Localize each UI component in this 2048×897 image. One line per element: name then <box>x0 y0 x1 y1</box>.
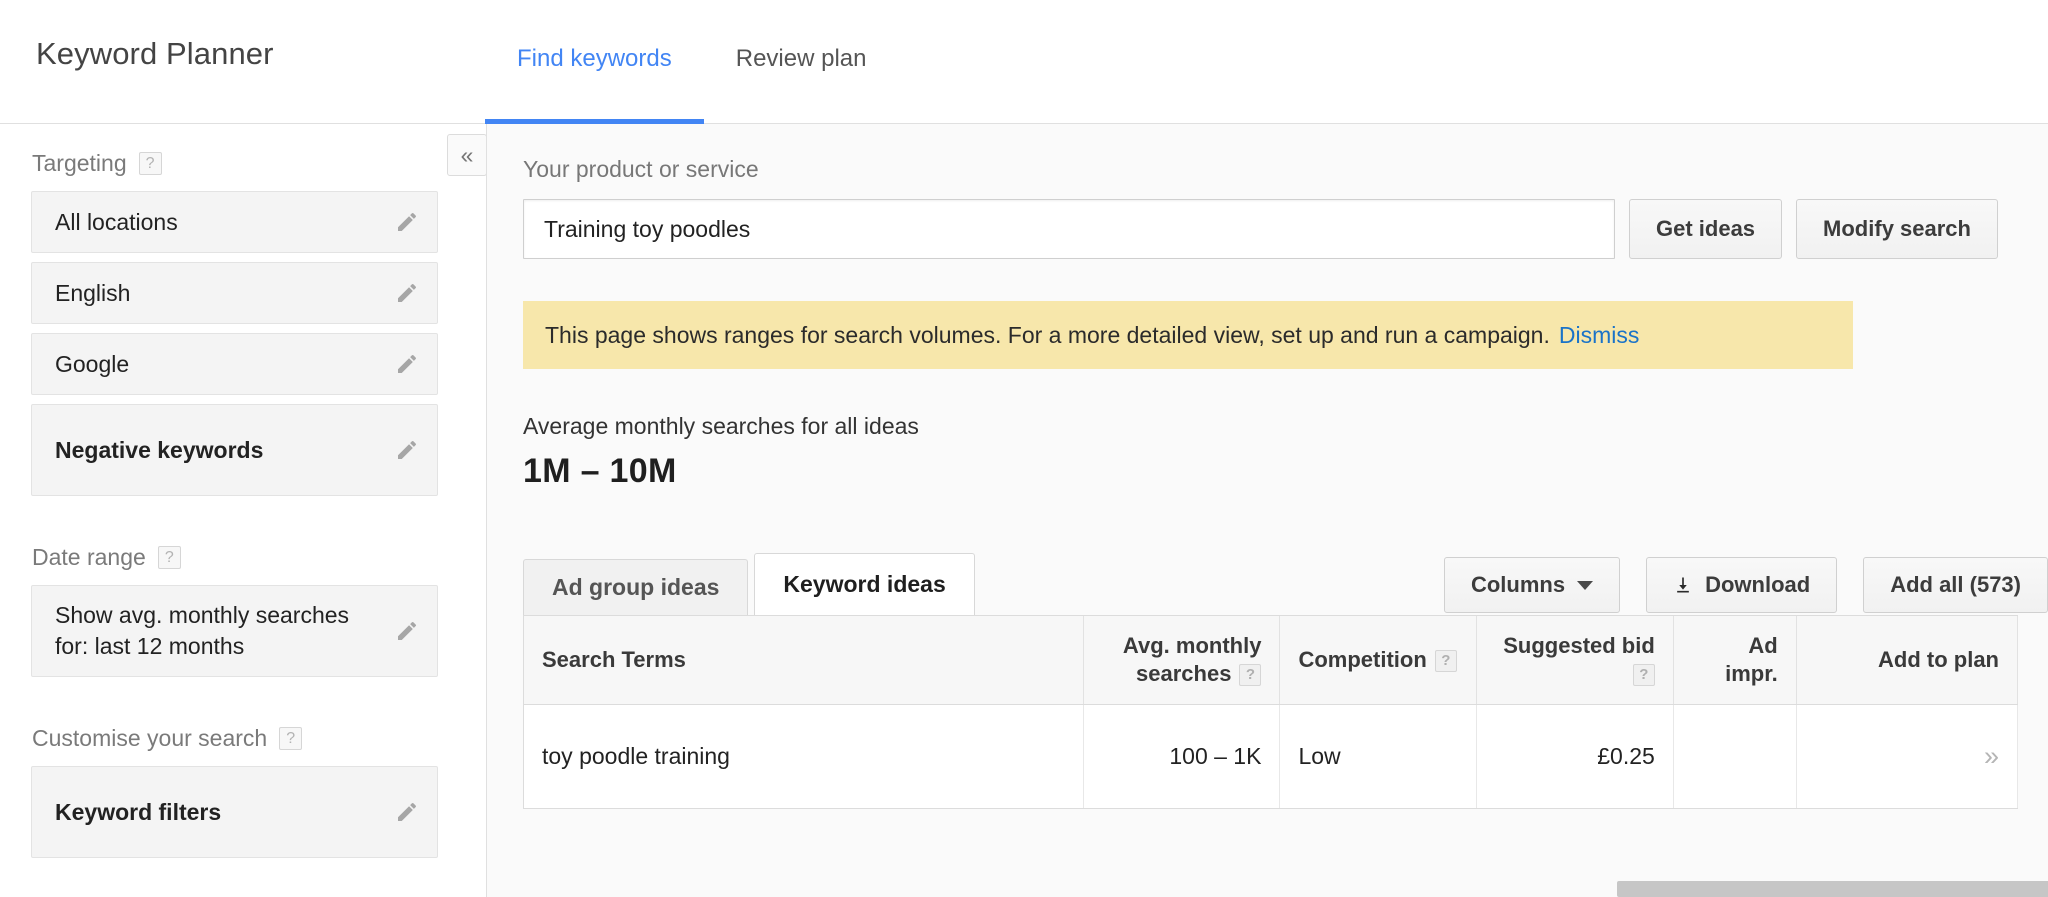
sidebar-group-date-range-header: Date range ? <box>0 544 486 585</box>
sidebar-item-keyword-filters[interactable]: Keyword filters <box>31 766 438 858</box>
sidebar-item-all-locations[interactable]: All locations <box>31 191 438 253</box>
sidebar-group-targeting: Targeting ? All locations English Google… <box>0 150 486 496</box>
download-label: Download <box>1705 572 1811 597</box>
primary-tabs: Find keywords Review plan <box>485 0 898 124</box>
product-or-service-input[interactable] <box>523 199 1615 259</box>
column-header-avg-monthly-searches[interactable]: Avg. monthly searches? <box>1083 616 1281 705</box>
tab-review-plan[interactable]: Review plan <box>704 0 899 124</box>
product-or-service-label: Your product or service <box>523 156 759 182</box>
cell-avg-monthly-searches: 100 – 1K <box>1083 704 1281 808</box>
column-header-competition[interactable]: Competition? <box>1279 616 1478 705</box>
sidebar-item-label: English <box>55 279 131 306</box>
tab-find-keywords[interactable]: Find keywords <box>485 0 704 124</box>
modify-search-button[interactable]: Modify search <box>1796 199 1998 259</box>
pencil-icon[interactable] <box>395 438 419 462</box>
help-icon[interactable]: ? <box>1632 663 1655 686</box>
body-container: « Targeting ? All locations English Goog… <box>0 124 2048 897</box>
sidebar-group-customise-search-header: Customise your search ? <box>0 725 486 766</box>
column-label: Ad impr. <box>1725 633 1778 686</box>
chevron-down-icon <box>1577 580 1594 590</box>
sidebar-item-date-range-value[interactable]: Show avg. monthly searches for: last 12 … <box>31 585 438 677</box>
sidebar-item-google[interactable]: Google <box>31 333 438 395</box>
download-button[interactable]: Download <box>1646 557 1838 613</box>
table-row[interactable]: toy poodle training 100 – 1K Low £0.25 » <box>524 704 2019 808</box>
sidebar-item-english[interactable]: English <box>31 262 438 324</box>
pencil-icon[interactable] <box>395 800 419 824</box>
sidebar-group-date-range-title: Date range <box>32 544 146 570</box>
chevron-double-left-icon: « <box>460 141 474 168</box>
chevron-double-right-icon[interactable]: » <box>1984 741 1999 771</box>
keyword-planner-page: Keyword Planner Find keywords Review pla… <box>0 0 2048 897</box>
sidebar-group-customise-search-title: Customise your search <box>32 725 268 751</box>
columns-label: Columns <box>1470 572 1566 597</box>
sidebar-item-negative-keywords[interactable]: Negative keywords <box>31 404 438 496</box>
sidebar-group-targeting-header: Targeting ? <box>0 150 486 191</box>
help-icon[interactable]: ? <box>157 546 181 569</box>
keyword-ideas-table-wrapper: Search Terms Avg. monthly searches? Comp… <box>523 615 2019 809</box>
keyword-ideas-table: Search Terms Avg. monthly searches? Comp… <box>524 616 2019 808</box>
help-icon[interactable]: ? <box>279 727 303 750</box>
sidebar-item-label: Google <box>55 350 130 377</box>
page-title: Keyword Planner <box>36 36 274 71</box>
column-label: Suggested bid <box>1503 633 1655 659</box>
ideas-tabs-bar: Ad group ideas Keyword ideas Columns Dow… <box>487 553 2048 615</box>
collapse-sidebar-button[interactable]: « <box>447 134 486 176</box>
sidebar: « Targeting ? All locations English Goog… <box>0 124 487 897</box>
pencil-icon[interactable] <box>395 619 419 643</box>
sidebar-group-targeting-title: Targeting <box>32 150 127 176</box>
help-icon[interactable]: ? <box>1239 663 1262 686</box>
table-toolbar: Columns Download Add all (573) <box>1443 557 2048 613</box>
cell-ad-impr <box>1673 704 1797 808</box>
sidebar-item-label: Show avg. monthly searches for: last 12 … <box>55 602 350 659</box>
pencil-icon[interactable] <box>395 210 419 234</box>
avg-monthly-searches-label: Average monthly searches for all ideas <box>523 413 919 439</box>
pencil-icon[interactable] <box>395 281 419 305</box>
cell-search-term: toy poodle training <box>524 704 1084 808</box>
main-content: Your product or service Get ideas Modify… <box>487 124 2048 897</box>
column-label: Competition <box>1298 647 1427 672</box>
sidebar-item-label: Keyword filters <box>55 798 222 825</box>
cell-competition: Low <box>1279 704 1478 808</box>
sidebar-item-label: All locations <box>55 208 178 235</box>
dismiss-link[interactable]: Dismiss <box>1559 322 1640 349</box>
help-icon[interactable]: ? <box>1434 650 1457 673</box>
column-header-suggested-bid[interactable]: Suggested bid? <box>1476 616 1674 705</box>
help-icon[interactable]: ? <box>138 152 162 175</box>
pencil-icon[interactable] <box>395 352 419 376</box>
cell-suggested-bid: £0.25 <box>1476 704 1674 808</box>
search-volume-notice-banner: This page shows ranges for search volume… <box>523 301 1853 369</box>
search-row: Get ideas Modify search <box>487 199 2048 259</box>
column-header-search-terms[interactable]: Search Terms <box>524 616 1084 705</box>
column-header-add-to-plan: Add to plan <box>1796 616 2019 705</box>
sidebar-group-date-range: Date range ? Show avg. monthly searches … <box>0 544 486 677</box>
columns-button[interactable]: Columns <box>1443 557 1621 613</box>
add-all-button[interactable]: Add all (573) <box>1863 557 2048 613</box>
get-ideas-button[interactable]: Get ideas <box>1629 199 1783 259</box>
column-label: Search Terms <box>542 647 686 672</box>
column-header-ad-impr[interactable]: Ad impr. <box>1673 616 1797 705</box>
avg-monthly-searches-value: 1M – 10M <box>523 452 677 490</box>
banner-text: This page shows ranges for search volume… <box>545 321 1550 348</box>
horizontal-scrollbar[interactable] <box>1617 881 2048 897</box>
download-icon <box>1673 574 1693 596</box>
cell-add-to-plan[interactable]: » <box>1796 704 2019 808</box>
tab-keyword-ideas[interactable]: Keyword ideas <box>754 553 975 615</box>
sidebar-group-customise-search: Customise your search ? Keyword filters <box>0 725 486 858</box>
table-header-row: Search Terms Avg. monthly searches? Comp… <box>524 616 2019 705</box>
tab-ad-group-ideas[interactable]: Ad group ideas <box>523 559 749 615</box>
column-label: Add to plan <box>1878 647 1999 672</box>
sidebar-item-label: Negative keywords <box>55 436 264 463</box>
top-bar: Keyword Planner Find keywords Review pla… <box>0 0 2048 124</box>
